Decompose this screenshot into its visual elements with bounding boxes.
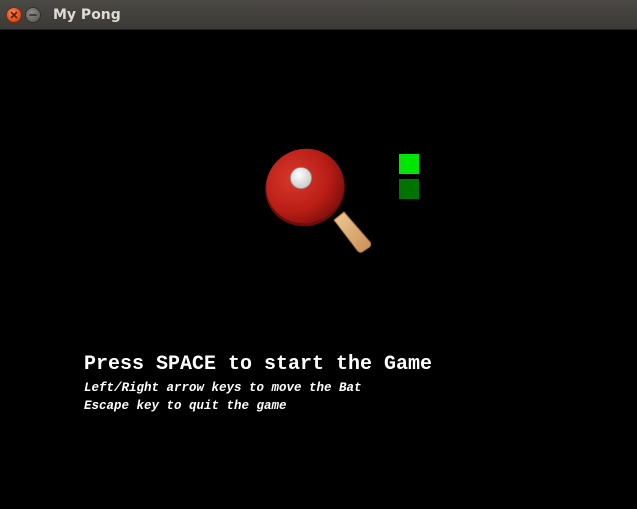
quit-hint: Escape key to quit the game	[84, 399, 287, 413]
controls-hint: Left/Right arrow keys to move the Bat	[84, 381, 362, 395]
minimize-icon	[29, 14, 37, 16]
title-bar: My Pong	[0, 0, 637, 30]
game-canvas[interactable]	[0, 30, 637, 509]
start-instruction: Press SPACE to start the Game	[84, 353, 433, 376]
minimize-button[interactable]	[25, 7, 41, 23]
close-button[interactable]	[6, 7, 22, 23]
game-window: My Pong Press SPACE to start the Game Le…	[0, 0, 637, 509]
window-title: My Pong	[53, 7, 121, 23]
close-icon	[10, 11, 18, 19]
block-dark	[399, 179, 419, 199]
ping-pong-paddle-icon	[265, 148, 372, 253]
block-bright	[399, 154, 419, 174]
